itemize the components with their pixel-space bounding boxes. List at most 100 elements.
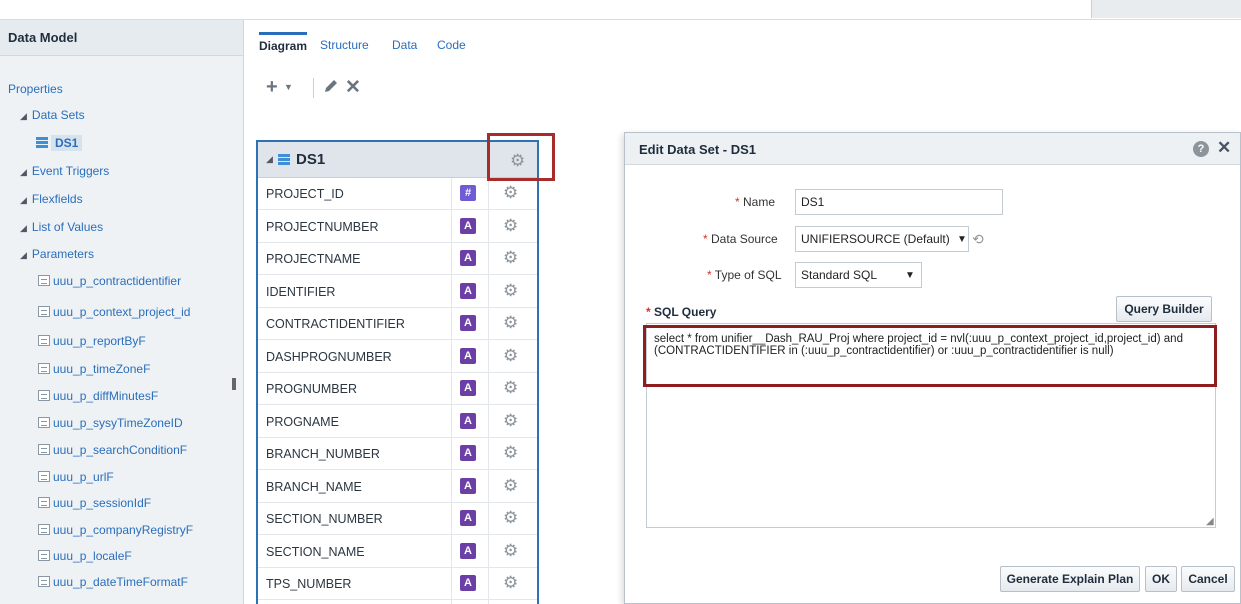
string-type-icon: A (460, 282, 476, 299)
column-name: TPS_NUMBER (266, 577, 352, 591)
collapse-triangle-icon[interactable]: ◢ (20, 195, 27, 205)
datasource-select[interactable]: UNIFIERSOURCE (Default) (795, 226, 969, 252)
cancel-button[interactable]: Cancel (1181, 566, 1235, 592)
tree-list-of-values[interactable]: ◢ List of Values (20, 220, 103, 234)
sidebar-title: Data Model (0, 20, 243, 56)
dataset-column-row[interactable]: PROGNUMBER A ⚙ (258, 373, 537, 405)
tree-param-item[interactable]: uuu_p_context_project_id (38, 305, 190, 319)
gear-highlight-box (487, 133, 555, 181)
collapse-triangle-icon[interactable]: ◢ (266, 154, 273, 165)
collapse-triangle-icon[interactable]: ◢ (20, 111, 27, 121)
dataset-column-row[interactable]: PROGNAME A ⚙ (258, 406, 537, 438)
dialog-title: Edit Data Set - DS1 (639, 142, 757, 157)
string-type-icon: A (460, 412, 476, 429)
dataset-column-row[interactable]: PROJECTNUMBER A ⚙ (258, 211, 537, 243)
dataset-column-row[interactable]: BRANCH_NUMBER A ⚙ (258, 438, 537, 470)
gear-icon[interactable]: ⚙ (503, 411, 518, 430)
tree-data-sets-label: Data Sets (31, 108, 85, 122)
tree-event-triggers[interactable]: ◢ Event Triggers (20, 164, 109, 178)
column-name: SECTION_NAME (266, 544, 365, 559)
parameter-icon (38, 497, 50, 508)
gear-icon[interactable]: ⚙ (503, 281, 518, 300)
dataset-column-row[interactable]: TPS_NUMBER A ⚙ (258, 568, 537, 600)
column-name: BRANCH_NAME (266, 479, 362, 494)
dataset-diagram-box: ◢ DS1 ⚙ PROJECT_ID # ⚙ PROJECTNUMBER A ⚙ PROJE… (256, 140, 539, 604)
tree-flexfields[interactable]: ◢ Flexfields (20, 192, 83, 206)
sqltype-select[interactable]: Standard SQL (795, 262, 922, 288)
dataset-column-row[interactable]: BRANCH_NAME A ⚙ (258, 471, 537, 503)
parameter-icon (38, 471, 50, 482)
collapse-triangle-icon[interactable]: ◢ (20, 167, 27, 177)
tree-properties[interactable]: Properties (8, 82, 63, 96)
tree-param-item[interactable]: uuu_p_searchConditionF (38, 443, 187, 457)
chevron-down-icon[interactable]: ▼ (905, 270, 915, 281)
string-type-icon: A (460, 347, 476, 364)
param-label: uuu_p_context_project_id (53, 305, 191, 319)
tree-ds1[interactable]: DS1 (36, 135, 83, 151)
chevron-down-icon[interactable]: ▼ (957, 234, 967, 245)
gear-icon[interactable]: ⚙ (503, 216, 518, 235)
gear-icon[interactable]: ⚙ (503, 476, 518, 495)
tab-code[interactable]: Code (437, 38, 466, 52)
generate-explain-plan-button[interactable]: Generate Explain Plan (1000, 566, 1140, 592)
tab-structure[interactable]: Structure (320, 38, 369, 52)
tree-param-item[interactable]: uuu_p_timeZoneF (38, 362, 150, 376)
tab-data[interactable]: Data (392, 38, 417, 52)
dataset-column-row[interactable]: PROJECTNAME A ⚙ (258, 243, 537, 275)
tree-parameters-label: Parameters (31, 247, 94, 261)
parameter-icon (38, 576, 50, 587)
top-right-button[interactable] (1091, 0, 1241, 18)
delete-icon[interactable]: ✕ (345, 76, 361, 99)
tree-param-item[interactable]: uuu_p_companyRegistryF (38, 523, 193, 537)
gear-icon[interactable]: ⚙ (503, 574, 518, 592)
gear-icon[interactable]: ⚙ (503, 541, 518, 560)
dataset-column-row[interactable]: DASHPROGNUMBER A ⚙ (258, 341, 537, 373)
tab-diagram[interactable]: Diagram (259, 32, 308, 53)
edit-pencil-icon[interactable] (323, 78, 339, 99)
gear-icon[interactable]: ⚙ (503, 314, 518, 332)
gear-icon[interactable]: ⚙ (503, 379, 518, 397)
ok-button[interactable]: OK (1145, 566, 1177, 592)
tree-parameters[interactable]: ◢ Parameters (20, 247, 94, 261)
string-type-icon: A (460, 217, 476, 234)
column-name: DASHPROGNUMBER (266, 349, 392, 364)
column-name: PROGNAME (266, 414, 339, 429)
sqltype-label: * Type of SQL (707, 268, 782, 282)
name-field[interactable]: DS1 (795, 189, 1003, 215)
collapse-triangle-icon[interactable]: ◢ (20, 250, 27, 260)
refresh-icon[interactable]: ⟲ (972, 231, 984, 248)
gear-icon[interactable]: ⚙ (503, 509, 518, 527)
tree-param-item[interactable]: uuu_p_sessionIdF (38, 496, 151, 510)
tree-properties-label: Properties (8, 82, 63, 96)
tree-flexfields-label: Flexfields (31, 192, 83, 206)
help-icon[interactable]: ? (1193, 141, 1209, 157)
tree-param-item[interactable]: uuu_p_localeF (38, 549, 132, 563)
gear-icon[interactable]: ⚙ (503, 346, 518, 365)
collapse-triangle-icon[interactable]: ◢ (20, 223, 27, 233)
tree-data-sets[interactable]: ◢ Data Sets (20, 108, 85, 122)
gear-icon[interactable]: ⚙ (503, 444, 518, 462)
query-builder-button[interactable]: Query Builder (1116, 296, 1212, 322)
dataset-column-row[interactable]: SECTION_NAME A ⚙ (258, 536, 537, 568)
close-icon[interactable]: ✕ (1217, 138, 1231, 158)
dataset-column-row[interactable]: SECTION_NUMBER A ⚙ (258, 503, 537, 535)
dataset-column-row[interactable]: PROJECT_ID # ⚙ (258, 178, 537, 210)
tree-param-item[interactable]: uuu_p_sysyTimeZoneID (38, 416, 183, 430)
gear-icon[interactable]: ⚙ (503, 184, 518, 202)
resize-handle-icon[interactable]: ◢ (1206, 516, 1214, 527)
param-label: uuu_p_urlF (53, 470, 114, 484)
string-type-icon: A (460, 315, 476, 331)
toolbar-divider (313, 78, 314, 98)
tree-param-item[interactable]: uuu_p_diffMinutesF (38, 389, 158, 403)
dataset-column-row[interactable]: IDENTIFIER A ⚙ (258, 276, 537, 308)
gear-icon[interactable]: ⚙ (503, 249, 518, 267)
tree-param-item[interactable]: uuu_p_reportByF (38, 334, 146, 348)
tree-param-item[interactable]: uuu_p_contractidentifier (38, 274, 181, 288)
tree-param-item[interactable]: uuu_p_dateTimeFormatF (38, 575, 188, 589)
sqltype-value: Standard SQL (801, 268, 878, 282)
tree-param-item[interactable]: uuu_p_urlF (38, 470, 114, 484)
chevron-down-icon[interactable]: ▼ (284, 82, 293, 92)
dataset-column-row[interactable]: CONTRACTIDENTIFIER A ⚙ (258, 308, 537, 340)
panel-splitter[interactable] (232, 378, 236, 390)
add-icon[interactable]: + (266, 76, 278, 99)
